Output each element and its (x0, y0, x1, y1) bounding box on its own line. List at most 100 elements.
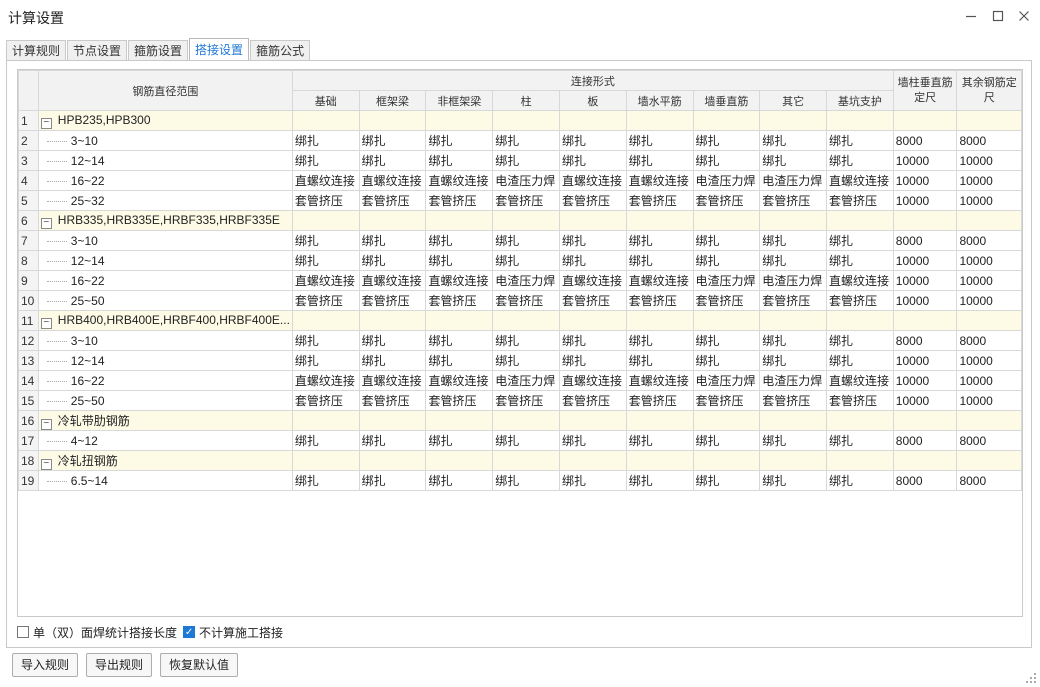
table-row[interactable]: 15 25~50 套管挤压 套管挤压 套管挤压 套管挤压 套管挤压 套管挤压 套管挤压 套管挤压套… (18, 390, 1022, 411)
connection-cell[interactable]: 套管挤压 (358, 190, 427, 211)
connection-cell[interactable]: 绑扎 (558, 230, 627, 251)
other-length-cell[interactable]: 10000 (956, 150, 1022, 171)
connection-cell[interactable]: 电渣压力焊 (759, 270, 828, 291)
connection-cell[interactable]: 电渣压力焊 (759, 170, 828, 191)
connection-cell[interactable]: 直螺纹连接 (625, 370, 694, 391)
connection-cell[interactable]: 套管挤压 (692, 190, 761, 211)
connection-cell[interactable]: 绑扎 (291, 250, 360, 271)
connection-cell[interactable]: 套管挤压 (291, 190, 360, 211)
connection-cell[interactable]: 绑扎 (558, 130, 627, 151)
connection-cell[interactable]: 绑扎 (291, 150, 360, 171)
wall-length-cell[interactable]: 8000 (892, 470, 958, 491)
connection-cell[interactable]: 套管挤压 (425, 390, 494, 411)
connection-cell[interactable]: 套管挤压 (425, 290, 494, 311)
connection-cell[interactable]: 绑扎 (759, 470, 828, 491)
table-row[interactable]: 10 25~50 套管挤压 套管挤压 套管挤压 套管挤压 套管挤压 套管挤压 套管挤压 套管挤压套… (18, 290, 1022, 311)
connection-cell[interactable]: 绑扎 (358, 150, 427, 171)
connection-cell[interactable]: 套管挤压 (692, 290, 761, 311)
connection-cell[interactable]: 绑扎 (425, 430, 494, 451)
connection-cell[interactable]: 套管挤压 (358, 390, 427, 411)
connection-cell[interactable]: 绑扎 (358, 330, 427, 351)
connection-cell[interactable]: 套管挤压 (625, 190, 694, 211)
connection-cell[interactable]: 绑扎 (692, 330, 761, 351)
connection-cell[interactable]: 绑扎 (358, 350, 427, 371)
tab-calc-rules[interactable]: 计算规则 (6, 40, 67, 61)
connection-cell[interactable]: 绑扎 (826, 250, 894, 271)
connection-cell[interactable]: 绑扎 (358, 130, 427, 151)
no-construction-lap-checkbox[interactable]: ✓ (183, 626, 196, 638)
connection-cell[interactable]: 绑扎 (558, 250, 627, 271)
connection-cell[interactable]: 绑扎 (425, 230, 494, 251)
connection-cell[interactable]: 绑扎 (425, 150, 494, 171)
connection-cell[interactable]: 绑扎 (625, 470, 694, 491)
connection-cell[interactable]: 套管挤压 (291, 290, 360, 311)
connection-cell[interactable]: 绑扎 (358, 230, 427, 251)
group-row[interactable]: 18− 冷轧扭钢筋 (18, 450, 1022, 471)
connection-cell[interactable]: 绑扎 (625, 130, 694, 151)
connection-cell[interactable]: 绑扎 (425, 470, 494, 491)
wall-length-cell[interactable]: 10000 (892, 390, 958, 411)
connection-cell[interactable]: 直螺纹连接 (425, 170, 494, 191)
connection-cell[interactable]: 绑扎 (826, 150, 894, 171)
connection-cell[interactable]: 直螺纹连接 (291, 270, 360, 291)
table-row[interactable]: 13 12~14 绑扎 绑扎 绑扎 绑扎 绑扎 绑扎 绑扎 绑扎 绑扎 10000 10000 (18, 350, 1022, 371)
connection-cell[interactable]: 直螺纹连接 (625, 270, 694, 291)
other-length-cell[interactable]: 8000 (956, 330, 1022, 351)
connection-cell[interactable]: 套管挤压 (625, 290, 694, 311)
connection-cell[interactable]: 绑扎 (492, 330, 560, 351)
wall-length-cell[interactable]: 10000 (892, 290, 958, 311)
restore-defaults-button[interactable]: 恢复默认值 (160, 653, 239, 677)
connection-cell[interactable]: 直螺纹连接 (358, 370, 427, 391)
connection-cell[interactable]: 绑扎 (558, 350, 627, 371)
connection-cell[interactable]: 绑扎 (492, 230, 560, 251)
connection-cell[interactable]: 直螺纹连接 (826, 170, 894, 191)
connection-cell[interactable]: 电渣压力焊 (492, 170, 560, 191)
connection-cell[interactable]: 套管挤压 (492, 290, 560, 311)
wall-length-cell[interactable]: 10000 (892, 190, 958, 211)
connection-cell[interactable]: 绑扎 (759, 230, 828, 251)
wall-length-cell[interactable]: 10000 (892, 270, 958, 291)
connection-cell[interactable]: 套管挤压 (291, 390, 360, 411)
collapse-minus-icon[interactable]: − (40, 217, 52, 229)
connection-cell[interactable]: 绑扎 (826, 470, 894, 491)
other-length-cell[interactable]: 10000 (956, 170, 1022, 191)
connection-cell[interactable]: 电渣压力焊 (692, 170, 761, 191)
connection-cell[interactable]: 绑扎 (425, 250, 494, 271)
collapse-minus-icon[interactable]: − (40, 458, 52, 470)
connection-cell[interactable]: 电渣压力焊 (759, 370, 828, 391)
table-row[interactable]: 4 16~22 直螺纹连接 直螺纹连接 直螺纹连接 电渣压力焊 直螺纹连接 直螺纹连接 电渣压力… (18, 170, 1022, 191)
other-length-cell[interactable]: 10000 (956, 370, 1022, 391)
connection-cell[interactable]: 套管挤压 (826, 390, 894, 411)
tab-node-settings[interactable]: 节点设置 (67, 40, 128, 61)
tab-lap-settings[interactable]: 搭接设置 (189, 38, 250, 61)
connection-cell[interactable]: 直螺纹连接 (558, 270, 627, 291)
connection-cell[interactable]: 绑扎 (625, 430, 694, 451)
connection-cell[interactable]: 绑扎 (759, 430, 828, 451)
table-row[interactable]: 5 25~32 套管挤压 套管挤压 套管挤压 套管挤压 套管挤压 套管挤压 套管挤压 套管挤压 套管… (18, 190, 1022, 211)
connection-cell[interactable]: 套管挤压 (625, 390, 694, 411)
wall-length-cell[interactable]: 8000 (892, 130, 958, 151)
connection-cell[interactable]: 绑扎 (759, 130, 828, 151)
connection-cell[interactable]: 套管挤压 (358, 290, 427, 311)
connection-cell[interactable]: 套管挤压 (692, 390, 761, 411)
connection-cell[interactable]: 套管挤压 (425, 190, 494, 211)
connection-cell[interactable]: 绑扎 (692, 230, 761, 251)
connection-cell[interactable]: 直螺纹连接 (358, 270, 427, 291)
connection-cell[interactable]: 绑扎 (558, 150, 627, 171)
connection-cell[interactable]: 绑扎 (692, 150, 761, 171)
connection-cell[interactable]: 绑扎 (625, 230, 694, 251)
connection-cell[interactable]: 直螺纹连接 (425, 370, 494, 391)
connection-cell[interactable]: 绑扎 (492, 430, 560, 451)
connection-cell[interactable]: 绑扎 (291, 330, 360, 351)
connection-cell[interactable]: 绑扎 (759, 330, 828, 351)
connection-cell[interactable]: 套管挤压 (492, 190, 560, 211)
connection-cell[interactable]: 套管挤压 (759, 290, 828, 311)
collapse-minus-icon[interactable]: − (40, 418, 52, 430)
connection-cell[interactable]: 绑扎 (492, 470, 560, 491)
connection-cell[interactable]: 绑扎 (759, 150, 828, 171)
connection-cell[interactable]: 绑扎 (692, 430, 761, 451)
connection-cell[interactable]: 绑扎 (625, 150, 694, 171)
connection-cell[interactable]: 套管挤压 (492, 390, 560, 411)
connection-cell[interactable]: 直螺纹连接 (358, 170, 427, 191)
connection-cell[interactable]: 绑扎 (291, 430, 360, 451)
